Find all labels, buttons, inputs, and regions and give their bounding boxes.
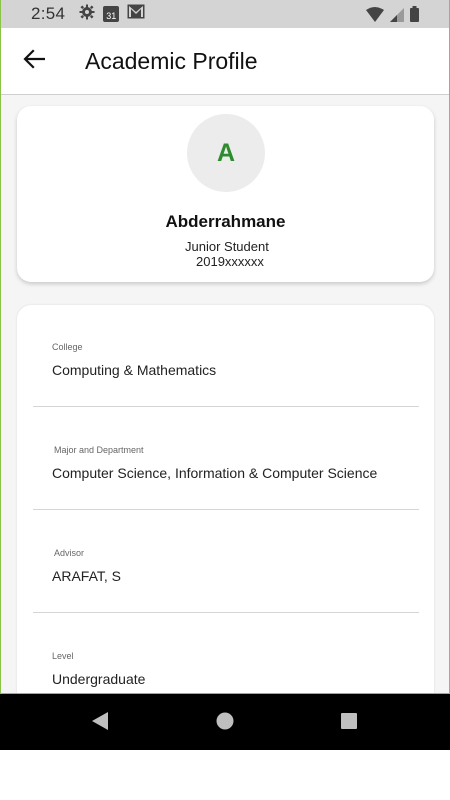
- avatar: A: [187, 114, 265, 192]
- recents-square-icon[interactable]: [339, 710, 359, 737]
- status-bar: 2:54 31: [1, 0, 449, 28]
- arrow-back-icon: [23, 48, 46, 74]
- navigation-bar: [0, 694, 450, 750]
- student-id: 2019xxxxxx: [196, 254, 264, 269]
- page-title: Academic Profile: [85, 47, 258, 74]
- gmail-icon: [127, 4, 145, 24]
- avatar-initial: A: [216, 138, 236, 167]
- battery-icon: [410, 6, 419, 27]
- major-label: Major and Department: [54, 445, 144, 455]
- student-name: Abderrahmane: [165, 212, 286, 231]
- divider: [33, 612, 419, 613]
- home-circle-icon[interactable]: [215, 710, 235, 737]
- system-icons: [366, 6, 419, 27]
- app-screen: 2:54 31 Academic Profile A Abderrahmane …: [0, 0, 450, 694]
- back-button[interactable]: [14, 41, 54, 81]
- status-time: 2:54: [31, 4, 66, 23]
- student-status: Junior Student: [185, 239, 269, 254]
- signal-icon: [390, 7, 404, 27]
- college-label: College: [52, 342, 83, 352]
- gear-icon: [79, 4, 95, 25]
- wifi-icon: [366, 6, 384, 27]
- app-bar: Academic Profile: [1, 28, 449, 95]
- calendar-day: 31: [106, 11, 117, 21]
- advisor-label: Advisor: [54, 548, 85, 558]
- level-label: Level: [52, 651, 74, 661]
- back-triangle-icon[interactable]: [90, 710, 110, 737]
- level-value: Undergraduate: [52, 671, 146, 687]
- calendar-icon: 31: [103, 6, 120, 22]
- academic-details-card: College Computing & Mathematics Major an…: [17, 305, 434, 693]
- major-value: Computer Science, Information & Computer…: [52, 465, 378, 481]
- divider: [33, 509, 419, 510]
- advisor-value: ARAFAT, S: [52, 568, 121, 584]
- notification-icons: 31: [79, 4, 145, 25]
- divider: [33, 406, 419, 407]
- profile-card: A Abderrahmane Junior Student 2019xxxxxx: [17, 106, 434, 282]
- college-value: Computing & Mathematics: [52, 362, 217, 378]
